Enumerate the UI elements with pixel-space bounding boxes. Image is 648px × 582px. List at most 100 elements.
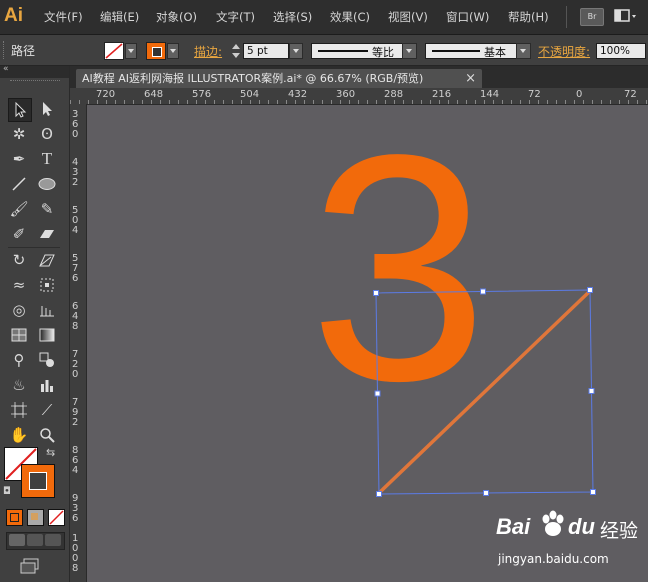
menu-edit[interactable]: 编辑(E) <box>100 9 139 25</box>
hruler-label: 504 <box>240 89 260 100</box>
lasso-tool[interactable]: ʘ <box>36 123 58 145</box>
menu-effect[interactable]: 效果(C) <box>330 9 370 25</box>
color-mode-button[interactable] <box>6 509 23 526</box>
menu-select[interactable]: 选择(S) <box>273 9 312 25</box>
none-mode-button[interactable] <box>48 509 65 526</box>
handle-bottom-right[interactable] <box>590 489 596 495</box>
pencil-tool[interactable]: ✎ <box>36 198 58 220</box>
swap-fill-stroke-icon[interactable]: ⇆ <box>46 446 55 459</box>
workspace-switcher-button[interactable] <box>614 8 638 24</box>
slice-tool[interactable]: ⟋ <box>36 399 58 421</box>
handle-top-left[interactable] <box>373 290 379 296</box>
stroke-swatch-dropdown[interactable] <box>146 42 180 60</box>
menu-view[interactable]: 视图(V) <box>388 9 428 25</box>
stroke-label[interactable]: 描边: <box>194 43 222 60</box>
tools-panel-header[interactable]: « <box>0 64 69 78</box>
zoom-tool[interactable] <box>36 424 58 446</box>
vertical-ruler[interactable]: 360 432 504 576 648 720 792 864 936 1008 <box>70 104 87 582</box>
eyedropper-icon: ⚲ <box>13 351 25 369</box>
watermark-brand: Bai <box>496 514 531 539</box>
handle-middle-right[interactable] <box>588 388 595 394</box>
vruler-label: 504 <box>72 205 79 236</box>
blend-tool[interactable] <box>36 349 58 371</box>
perspective-grid-tool[interactable] <box>36 299 58 321</box>
free-transform-icon <box>40 278 54 292</box>
menu-file[interactable]: 文件(F) <box>44 9 83 25</box>
symbol-sprayer-icon: ♨ <box>12 376 26 394</box>
gradient-mode-button[interactable] <box>27 509 44 526</box>
document-tab[interactable]: AI教程 AI返利网海报 ILLUSTRATOR案例.ai* @ 66.67% … <box>76 69 482 88</box>
direct-selection-arrow-icon <box>43 102 52 116</box>
lasso-icon: ʘ <box>41 125 53 143</box>
control-bar-grip[interactable] <box>3 41 7 59</box>
magic-wand-icon: ✲ <box>12 125 26 143</box>
line-segment-tool[interactable] <box>8 173 30 195</box>
screen-mode-button[interactable] <box>20 558 42 574</box>
gradient-tool[interactable] <box>36 324 58 346</box>
handle-top-middle[interactable] <box>480 288 486 295</box>
stroke-color-large-swatch[interactable] <box>21 464 55 498</box>
blend-icon <box>39 352 54 367</box>
stroke-weight-input[interactable]: 5 pt <box>243 43 289 59</box>
pencil-icon: ✎ <box>40 200 54 218</box>
hand-tool[interactable]: ✋ <box>8 424 30 446</box>
numeral-three[interactable]: 3 <box>309 104 488 448</box>
ellipse-tool[interactable] <box>36 173 58 195</box>
horizontal-ruler[interactable]: 720 648 576 504 432 360 288 216 144 72 0… <box>70 88 648 105</box>
tab-close-icon[interactable]: × <box>465 69 476 88</box>
handle-bottom-middle[interactable] <box>483 490 489 496</box>
free-transform-tool[interactable] <box>36 274 58 296</box>
draw-behind-button[interactable] <box>27 534 43 546</box>
vruler-label: 792 <box>72 397 79 428</box>
ellipse-icon <box>38 178 56 190</box>
eraser-icon <box>40 230 54 238</box>
stroke-weight-dropdown[interactable] <box>289 43 303 59</box>
draw-normal-button[interactable] <box>9 534 25 546</box>
opacity-input[interactable]: 100% <box>596 43 646 59</box>
hruler-label: 360 <box>336 89 356 100</box>
collapse-icon[interactable]: « <box>3 64 9 74</box>
artboard-tool[interactable] <box>8 399 30 421</box>
selection-type-label: 路径 <box>11 44 36 58</box>
shape-builder-tool[interactable]: ◎ <box>8 299 30 321</box>
width-tool[interactable]: ≈ <box>8 274 30 296</box>
mesh-tool[interactable] <box>8 324 30 346</box>
handle-bottom-left[interactable] <box>376 491 382 497</box>
blob-brush-tool[interactable]: ✐ <box>8 223 30 245</box>
direct-selection-tool[interactable] <box>36 98 58 120</box>
selection-tool[interactable] <box>8 98 32 122</box>
scale-tool[interactable] <box>36 249 58 271</box>
magic-wand-tool[interactable]: ✲ <box>8 123 30 145</box>
eraser-tool[interactable] <box>36 223 58 245</box>
paintbrush-tool[interactable]: 🖌 <box>8 198 30 220</box>
symbol-sprayer-tool[interactable]: ♨ <box>8 374 30 396</box>
drawing-modes <box>6 532 65 550</box>
menu-object[interactable]: 对象(O) <box>156 9 197 25</box>
menu-help[interactable]: 帮助(H) <box>508 9 549 25</box>
brush-definition-dropdown[interactable]: 基本 <box>425 43 531 59</box>
paintbrush-icon: 🖌 <box>9 200 29 218</box>
opacity-label[interactable]: 不透明度: <box>538 43 590 60</box>
draw-inside-button[interactable] <box>45 534 61 546</box>
none-mode-icon <box>49 510 64 525</box>
rotate-tool[interactable]: ↻ <box>8 249 30 271</box>
handle-middle-left[interactable] <box>374 390 381 397</box>
menu-window[interactable]: 窗口(W) <box>446 9 489 25</box>
menu-type[interactable]: 文字(T) <box>216 9 255 25</box>
eyedropper-tool[interactable]: ⚲ <box>8 349 30 371</box>
default-colors-icon[interactable]: ◘ <box>3 486 11 497</box>
width-icon: ≈ <box>12 276 26 294</box>
column-graph-tool[interactable] <box>36 374 58 396</box>
handle-top-right[interactable] <box>587 287 593 293</box>
fill-swatch-dropdown[interactable] <box>104 42 138 60</box>
hruler-label: 144 <box>480 89 500 100</box>
vruler-label: 576 <box>72 253 79 284</box>
stepper-arrows-icon[interactable] <box>230 42 242 60</box>
variable-width-profile-dropdown[interactable]: 等比 <box>311 43 417 59</box>
pen-tool[interactable]: ✒ <box>8 148 30 170</box>
bridge-button[interactable]: Br <box>580 8 604 26</box>
artboard-icon <box>11 402 27 418</box>
document-tab-bar: AI教程 AI返利网海报 ILLUSTRATOR案例.ai* @ 66.67% … <box>70 66 648 88</box>
watermark-product: 经验 <box>600 520 639 542</box>
type-tool[interactable]: T <box>36 148 58 170</box>
